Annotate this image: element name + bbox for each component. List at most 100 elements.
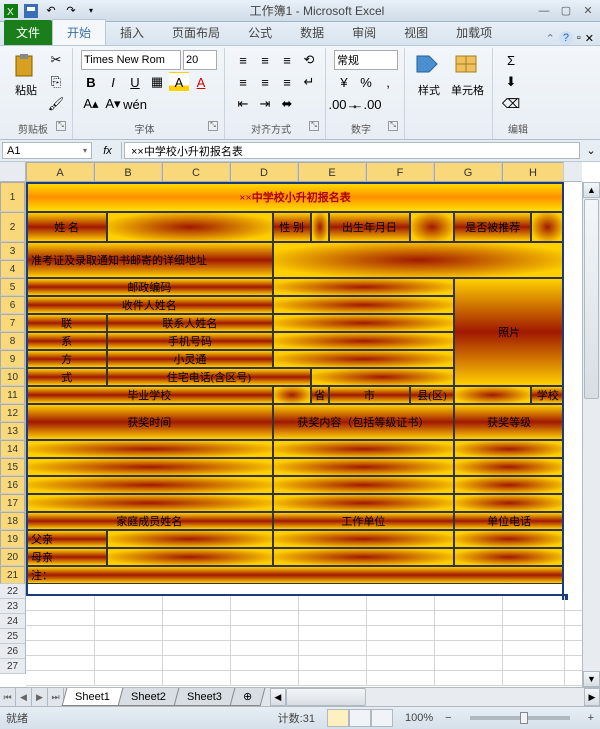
tab-home[interactable]: 开始 [52,19,106,45]
align-middle-icon[interactable]: ≡ [255,50,275,70]
close-icon[interactable]: ✕ [578,3,598,19]
increase-indent-icon[interactable]: ⇥ [255,94,275,114]
sheet-tab-1[interactable]: Sheet1 [62,688,124,706]
decrease-indent-icon[interactable]: ⇤ [233,94,253,114]
align-right-icon[interactable]: ≡ [277,72,297,92]
select-all-corner[interactable] [0,162,26,182]
cell-contact-name[interactable] [273,314,455,332]
fill-color-icon[interactable]: A [169,72,189,92]
border-icon[interactable]: ▦ [147,72,167,92]
row-header[interactable]: 17 [0,494,25,512]
clear-icon[interactable]: ⌫ [501,94,521,114]
window-close-icon[interactable]: ✕ [585,32,594,45]
grid[interactable]: ××中学校小升初报名表 姓 名 性 别 出生年月日 是否被推荐 准考证及录取通知… [26,182,582,687]
tab-insert[interactable]: 插入 [106,20,158,45]
column-header[interactable]: C [162,162,230,182]
vertical-scrollbar[interactable]: ▲ ▼ [582,182,600,687]
ribbon-minimize-icon[interactable]: ⌃ [546,32,555,45]
cell-home-tel[interactable] [311,368,455,386]
horizontal-scrollbar[interactable]: ◀ ▶ [270,688,600,706]
tab-file[interactable]: 文件 [4,20,52,45]
cut-icon[interactable]: ✂ [46,50,66,70]
align-center-icon[interactable]: ≡ [255,72,275,92]
minimize-icon[interactable]: — [534,3,554,19]
row-header[interactable]: 25 [0,629,25,644]
vscroll-thumb[interactable] [584,199,599,399]
number-format-select[interactable] [334,50,398,70]
scroll-left-icon[interactable]: ◀ [270,688,286,706]
view-layout-icon[interactable] [349,709,371,727]
italic-icon[interactable]: I [103,72,123,92]
row-header[interactable]: 23 [0,599,25,614]
row-header[interactable]: 10 [0,368,25,386]
cell-mobile[interactable] [273,332,455,350]
formula-bar[interactable]: ××中学校小升初报名表 [124,142,580,159]
cells-button[interactable]: 单元格 [449,50,486,100]
scroll-up-icon[interactable]: ▲ [583,182,600,198]
row-header[interactable]: 26 [0,644,25,659]
row-header[interactable]: 14 [0,440,25,458]
underline-icon[interactable]: U [125,72,145,92]
clipboard-launcher[interactable]: ⤡ [56,121,66,131]
decrease-font-icon[interactable]: A▾ [103,94,123,114]
column-header[interactable]: E [298,162,366,182]
row-header[interactable]: 3 [0,242,25,260]
redo-icon[interactable]: ↷ [62,2,80,20]
qat-dropdown-icon[interactable]: ▾ [82,2,100,20]
tab-formulas[interactable]: 公式 [234,20,286,45]
row-header[interactable]: 11 [0,386,25,404]
fx-icon[interactable]: fx [94,142,122,159]
tab-review[interactable]: 审阅 [338,20,390,45]
zoom-handle[interactable] [520,712,528,724]
cell-school[interactable] [454,386,531,404]
cell-province[interactable] [273,386,311,404]
sheet-first-icon[interactable]: ⏮ [0,688,16,706]
autosum-icon[interactable]: Σ [501,50,521,70]
cell-address[interactable] [273,242,564,278]
column-header[interactable]: G [434,162,502,182]
font-size-select[interactable] [183,50,217,70]
tab-data[interactable]: 数据 [286,20,338,45]
cell-birth[interactable] [410,212,454,242]
sheet-new-icon[interactable]: ⊕ [229,688,265,706]
row-header[interactable]: 15 [0,458,25,476]
font-color-icon[interactable]: A [191,72,211,92]
column-header[interactable]: B [94,162,162,182]
row-header[interactable]: 1 [0,182,25,212]
row-header[interactable]: 27 [0,659,25,674]
row-header[interactable]: 22 [0,584,25,599]
row-header[interactable]: 6 [0,296,25,314]
row-header[interactable]: 20 [0,548,25,566]
sheet-tab-3[interactable]: Sheet3 [173,688,235,706]
column-header[interactable]: F [366,162,434,182]
undo-icon[interactable]: ↶ [42,2,60,20]
zoom-in-icon[interactable]: + [588,712,594,724]
fill-icon[interactable]: ⬇ [501,72,521,92]
zoom-slider[interactable] [470,716,570,720]
increase-font-icon[interactable]: A▴ [81,94,101,114]
row-header[interactable]: 21 [0,566,25,584]
row-header[interactable]: 8 [0,332,25,350]
column-header[interactable]: H [502,162,564,182]
row-header[interactable]: 24 [0,614,25,629]
bold-icon[interactable]: B [81,72,101,92]
cell-name[interactable] [107,212,272,242]
cell-phs[interactable] [273,350,455,368]
align-launcher[interactable]: ⤡ [309,121,319,131]
zoom-out-icon[interactable]: − [445,712,451,724]
tab-view[interactable]: 视图 [390,20,442,45]
save-icon[interactable] [22,2,40,20]
copy-icon[interactable]: ⎘ [46,72,66,92]
scroll-right-icon[interactable]: ▶ [584,688,600,706]
tab-layout[interactable]: 页面布局 [158,20,234,45]
font-launcher[interactable]: ⤡ [208,121,218,131]
cell-recommend[interactable] [531,212,564,242]
align-top-icon[interactable]: ≡ [233,50,253,70]
row-header[interactable]: 2 [0,212,25,242]
phonetic-icon[interactable]: wén [125,94,145,114]
wrap-text-icon[interactable]: ↵ [299,72,319,92]
name-box[interactable]: A1 ▾ [2,142,92,159]
hscroll-thumb[interactable] [286,688,366,706]
row-header[interactable]: 5 [0,278,25,296]
row-header[interactable]: 16 [0,476,25,494]
